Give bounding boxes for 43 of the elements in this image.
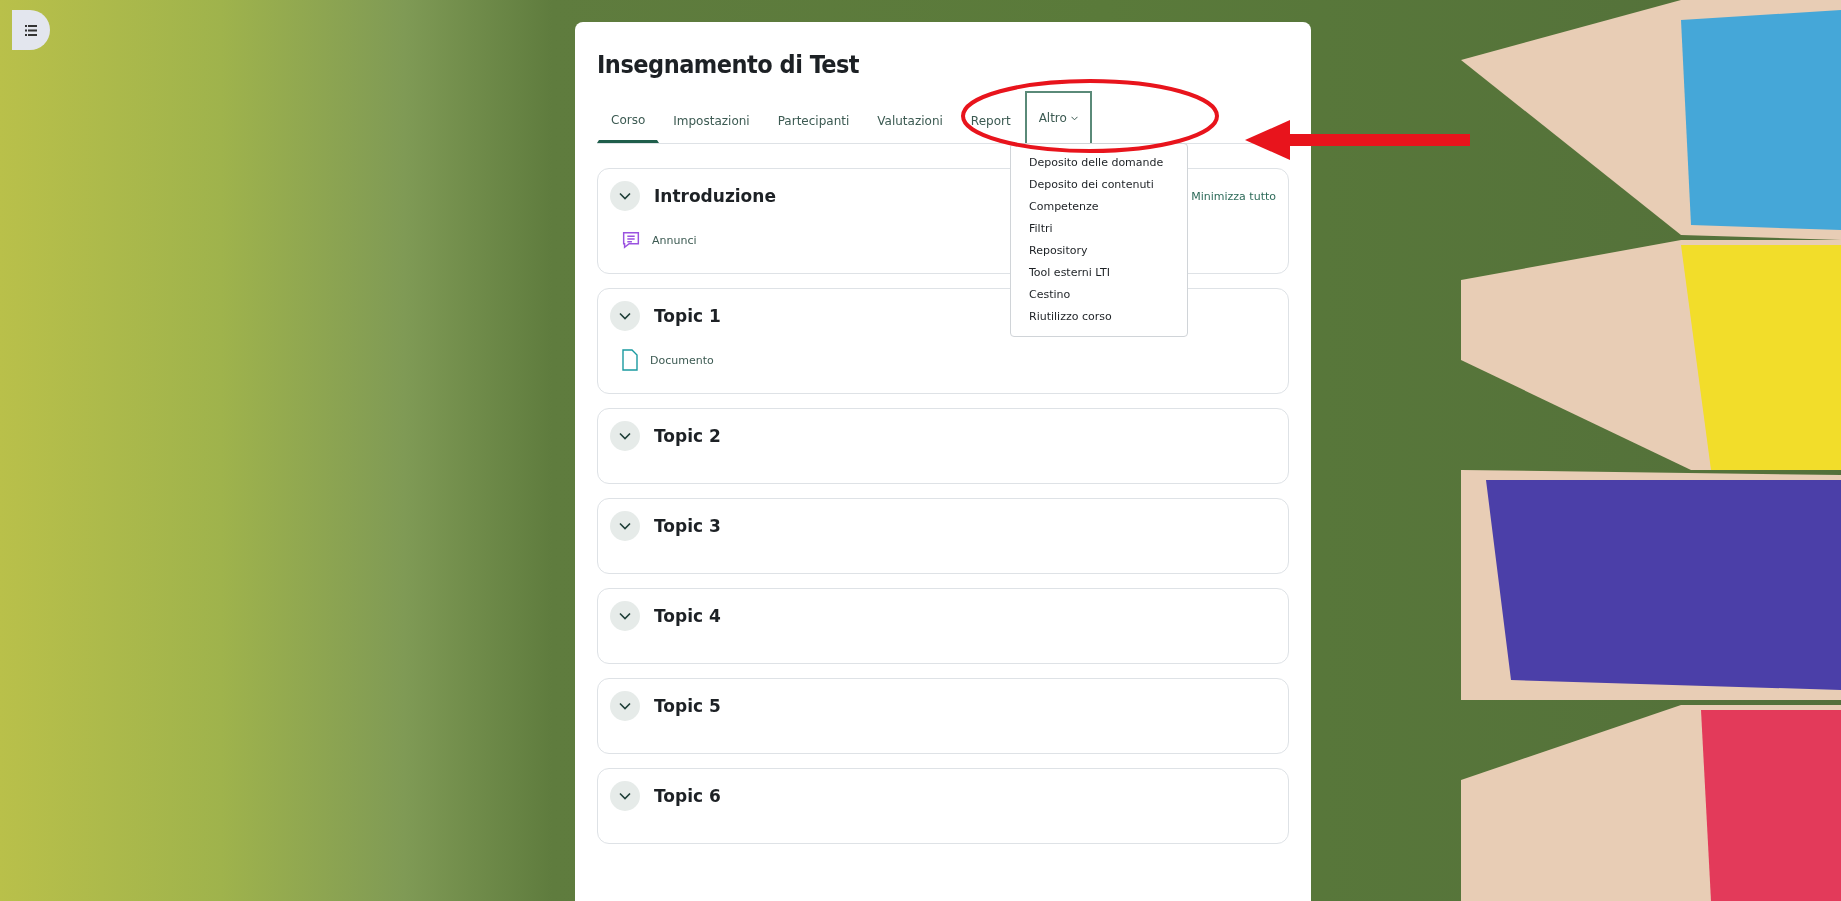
collapse-toggle[interactable] (610, 781, 640, 811)
chevron-icon (619, 312, 631, 320)
section-title: Topic 2 (654, 426, 721, 446)
pdf-file-icon (620, 349, 640, 371)
section-title: Topic 5 (654, 696, 721, 716)
collapse-toggle[interactable] (610, 301, 640, 331)
menu-item[interactable]: Deposito delle domande (1011, 152, 1187, 174)
menu-item[interactable]: Filtri (1011, 218, 1187, 240)
list-icon (25, 24, 37, 36)
chevron-down-icon (1070, 115, 1078, 121)
chat-icon (620, 229, 642, 251)
chevron-icon (619, 432, 631, 440)
menu-item[interactable]: Riutilizzo corso (1011, 306, 1187, 328)
menu-item[interactable]: Deposito dei contenuti (1011, 174, 1187, 196)
menu-item[interactable]: Repository (1011, 240, 1187, 262)
course-title: Insegnamento di Test (597, 50, 861, 79)
section-title: Topic 1 (654, 306, 721, 326)
collapse-toggle[interactable] (610, 421, 640, 451)
section-title: Topic 3 (654, 516, 721, 536)
chevron-icon (619, 192, 631, 200)
chevron-icon (619, 522, 631, 530)
course-index-button[interactable] (12, 10, 50, 50)
collapse-all-link[interactable]: Minimizza tutto (1191, 189, 1276, 203)
nav-tab[interactable]: Report (956, 97, 1025, 143)
activity-link[interactable]: Documento (650, 353, 714, 367)
section-title: Topic 6 (654, 786, 721, 806)
section-title: Introduzione (654, 186, 776, 206)
chevron-icon (619, 612, 631, 620)
section-title: Topic 4 (654, 606, 721, 626)
collapse-toggle[interactable] (610, 511, 640, 541)
collapse-toggle[interactable] (610, 601, 640, 631)
menu-item[interactable]: Tool esterni LTI (1011, 262, 1187, 284)
activity-link[interactable]: Annunci (652, 233, 697, 247)
chevron-icon (619, 792, 631, 800)
nav-tab[interactable]: Corso (597, 97, 660, 143)
menu-item[interactable]: Cestino (1011, 284, 1187, 306)
collapse-toggle[interactable] (610, 691, 640, 721)
nav-tab[interactable]: Impostazioni (659, 97, 764, 143)
nav-tab[interactable]: Partecipanti (763, 97, 864, 143)
nav-tab[interactable]: Valutazioni (863, 97, 957, 143)
menu-item[interactable]: Competenze (1011, 196, 1187, 218)
collapse-toggle[interactable] (610, 181, 640, 211)
chevron-icon (619, 702, 631, 710)
